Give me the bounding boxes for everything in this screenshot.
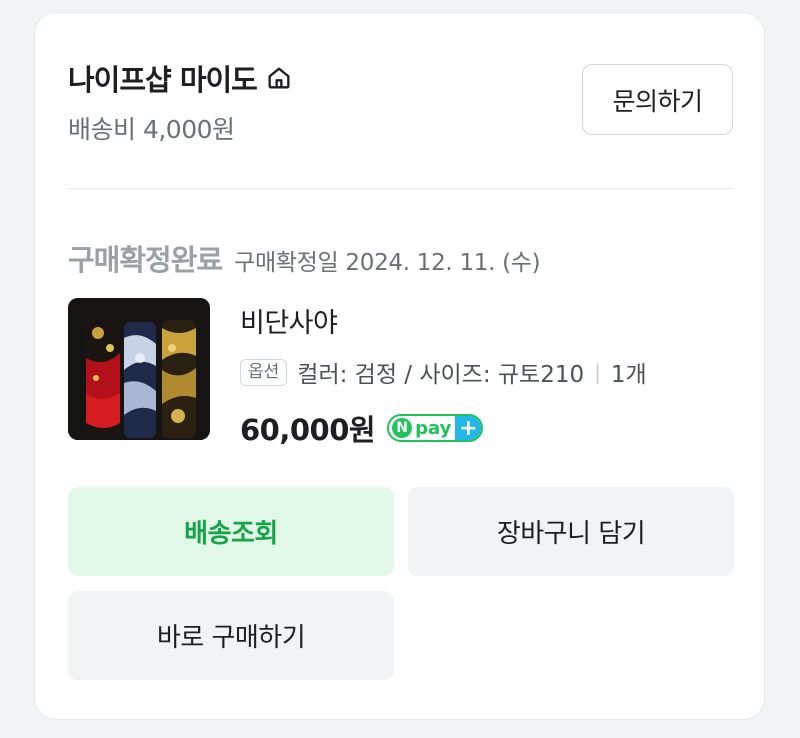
add-to-cart-button[interactable]: 장바구니 담기 xyxy=(408,487,734,576)
plus-icon: + xyxy=(455,416,482,440)
order-card: 나이프샵 마이도 배송비 4,000원 문의하기 구매확정완료 구매확정일 20… xyxy=(34,12,765,720)
buy-now-button[interactable]: 바로 구매하기 xyxy=(68,591,394,680)
npay-label: pay xyxy=(415,417,452,439)
inquiry-button[interactable]: 문의하기 xyxy=(582,64,733,135)
confirm-date: 구매확정일 2024. 12. 11. (수) xyxy=(234,250,541,276)
option-tag: 옵션 xyxy=(240,358,288,386)
product-price: 60,000원 xyxy=(240,413,376,447)
npay-n-icon: N xyxy=(392,418,413,438)
order-status: 구매확정완료 xyxy=(68,243,223,277)
product-image xyxy=(68,298,210,440)
price-row: 60,000원 N pay + xyxy=(240,407,484,449)
product-thumbnail[interactable] xyxy=(68,298,210,440)
divider xyxy=(68,188,733,189)
product-name[interactable]: 비단사야 xyxy=(240,301,338,340)
store-name[interactable]: 나이프샵 마이도 xyxy=(68,57,258,99)
order-status-row: 구매확정완료 구매확정일 2024. 12. 11. (수) xyxy=(68,237,541,279)
track-delivery-button[interactable]: 배송조회 xyxy=(68,487,394,576)
option-text: 컬러: 검정 / 사이즈: 규토210 xyxy=(297,362,585,388)
quantity: 1개 xyxy=(610,362,647,388)
npay-plus-badge: N pay + xyxy=(387,414,484,442)
product-option-row: 옵션 컬러: 검정 / 사이즈: 규토210 | 1개 xyxy=(240,355,647,389)
separator: | xyxy=(594,360,601,384)
store-header[interactable]: 나이프샵 마이도 xyxy=(68,57,293,99)
shipping-fee: 배송비 4,000원 xyxy=(68,115,235,144)
home-icon[interactable] xyxy=(265,64,293,92)
